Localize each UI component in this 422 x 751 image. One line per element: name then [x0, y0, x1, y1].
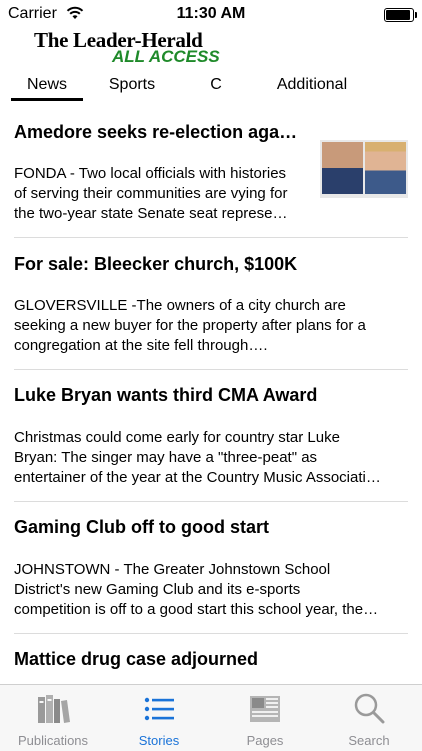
tab-label: Search [348, 733, 390, 748]
article-title: Gaming Club off to good start [14, 517, 269, 537]
clock: 11:30 AM [176, 5, 246, 22]
summary-line: entertainer of the year at the Country M… [14, 469, 381, 486]
article-summary: FONDA - Two local officials with histori… [14, 164, 314, 224]
divider [14, 501, 408, 502]
portrait-left [322, 142, 363, 194]
summary-line: congregation at the site fell through…. [14, 337, 268, 354]
tab-publications[interactable]: Publications [0, 685, 106, 751]
article-title: Amedore seeks re-election aga… [14, 122, 298, 142]
article-summary: JOHNSTOWN - The Greater Johnstown School… [14, 560, 408, 620]
article-summary: GLOVERSVILLE -The owners of a city churc… [14, 296, 408, 356]
tab-stories[interactable]: Stories [106, 685, 212, 751]
search-icon [354, 693, 385, 724]
summary-line: the two-year state Senate seat represe… [14, 205, 288, 222]
article-summary: Christmas could come early for country s… [14, 428, 408, 488]
tab-pages[interactable]: Pages [212, 685, 318, 751]
tab-c[interactable]: C [180, 76, 252, 94]
summary-line: FONDA - Two local officials with histori… [14, 165, 287, 182]
list-icon [144, 697, 174, 721]
summary-line: seeking a new buyer for the property aft… [14, 317, 366, 334]
summary-line: JOHNSTOWN - The Greater Johnstown School [14, 561, 331, 578]
bottom-tab-bar: Publications Stories Pages Search [0, 684, 422, 751]
article-item[interactable]: Luke Bryan wants third CMA Award Christm… [0, 372, 422, 502]
summary-line: Christmas could come early for country s… [14, 429, 340, 446]
article-item[interactable]: For sale: Bleecker church, $100K GLOVERS… [0, 240, 422, 370]
battery-icon [384, 8, 417, 22]
app-logo: The Leader-Herald ALL ACCESS [34, 28, 224, 68]
summary-line: competition is off to a good start this … [14, 601, 379, 618]
tab-label: Pages [246, 733, 284, 748]
article-title: Mattice drug case adjourned [14, 649, 259, 669]
divider [14, 633, 408, 634]
article-item[interactable]: Amedore seeks re-election aga… FONDA - T… [0, 112, 422, 238]
tab-sports[interactable]: Sports [96, 76, 168, 94]
tab-search[interactable]: Search [316, 685, 422, 751]
article-item[interactable]: Gaming Club off to good start JOHNSTOWN … [0, 504, 422, 634]
summary-line: of serving their communities are vying f… [14, 185, 288, 202]
article-title: For sale: Bleecker church, $100K [14, 254, 298, 274]
status-bar: Carrier 11:30 AM [0, 0, 422, 28]
logo-subtitle: ALL ACCESS [112, 47, 220, 66]
article-item[interactable]: Mattice drug case adjourned [0, 636, 422, 684]
divider [14, 369, 408, 370]
summary-line: District's new Gaming Club and its e-spo… [14, 581, 301, 598]
pages-icon [250, 696, 280, 722]
summary-line: Bryan: The singer may have a "three-peat… [14, 449, 318, 466]
article-thumbnail [320, 140, 408, 198]
tab-label: Stories [138, 733, 180, 748]
tab-news[interactable]: News [11, 76, 83, 94]
divider [14, 237, 408, 238]
article-title: Luke Bryan wants third CMA Award [14, 385, 318, 405]
books-icon [38, 695, 70, 723]
summary-line: GLOVERSVILLE -The owners of a city churc… [14, 297, 346, 314]
tab-additional[interactable]: Additional [262, 76, 362, 94]
tab-label: Publications [17, 733, 89, 748]
portrait-right [365, 142, 406, 194]
tab-selection-indicator [11, 98, 83, 101]
